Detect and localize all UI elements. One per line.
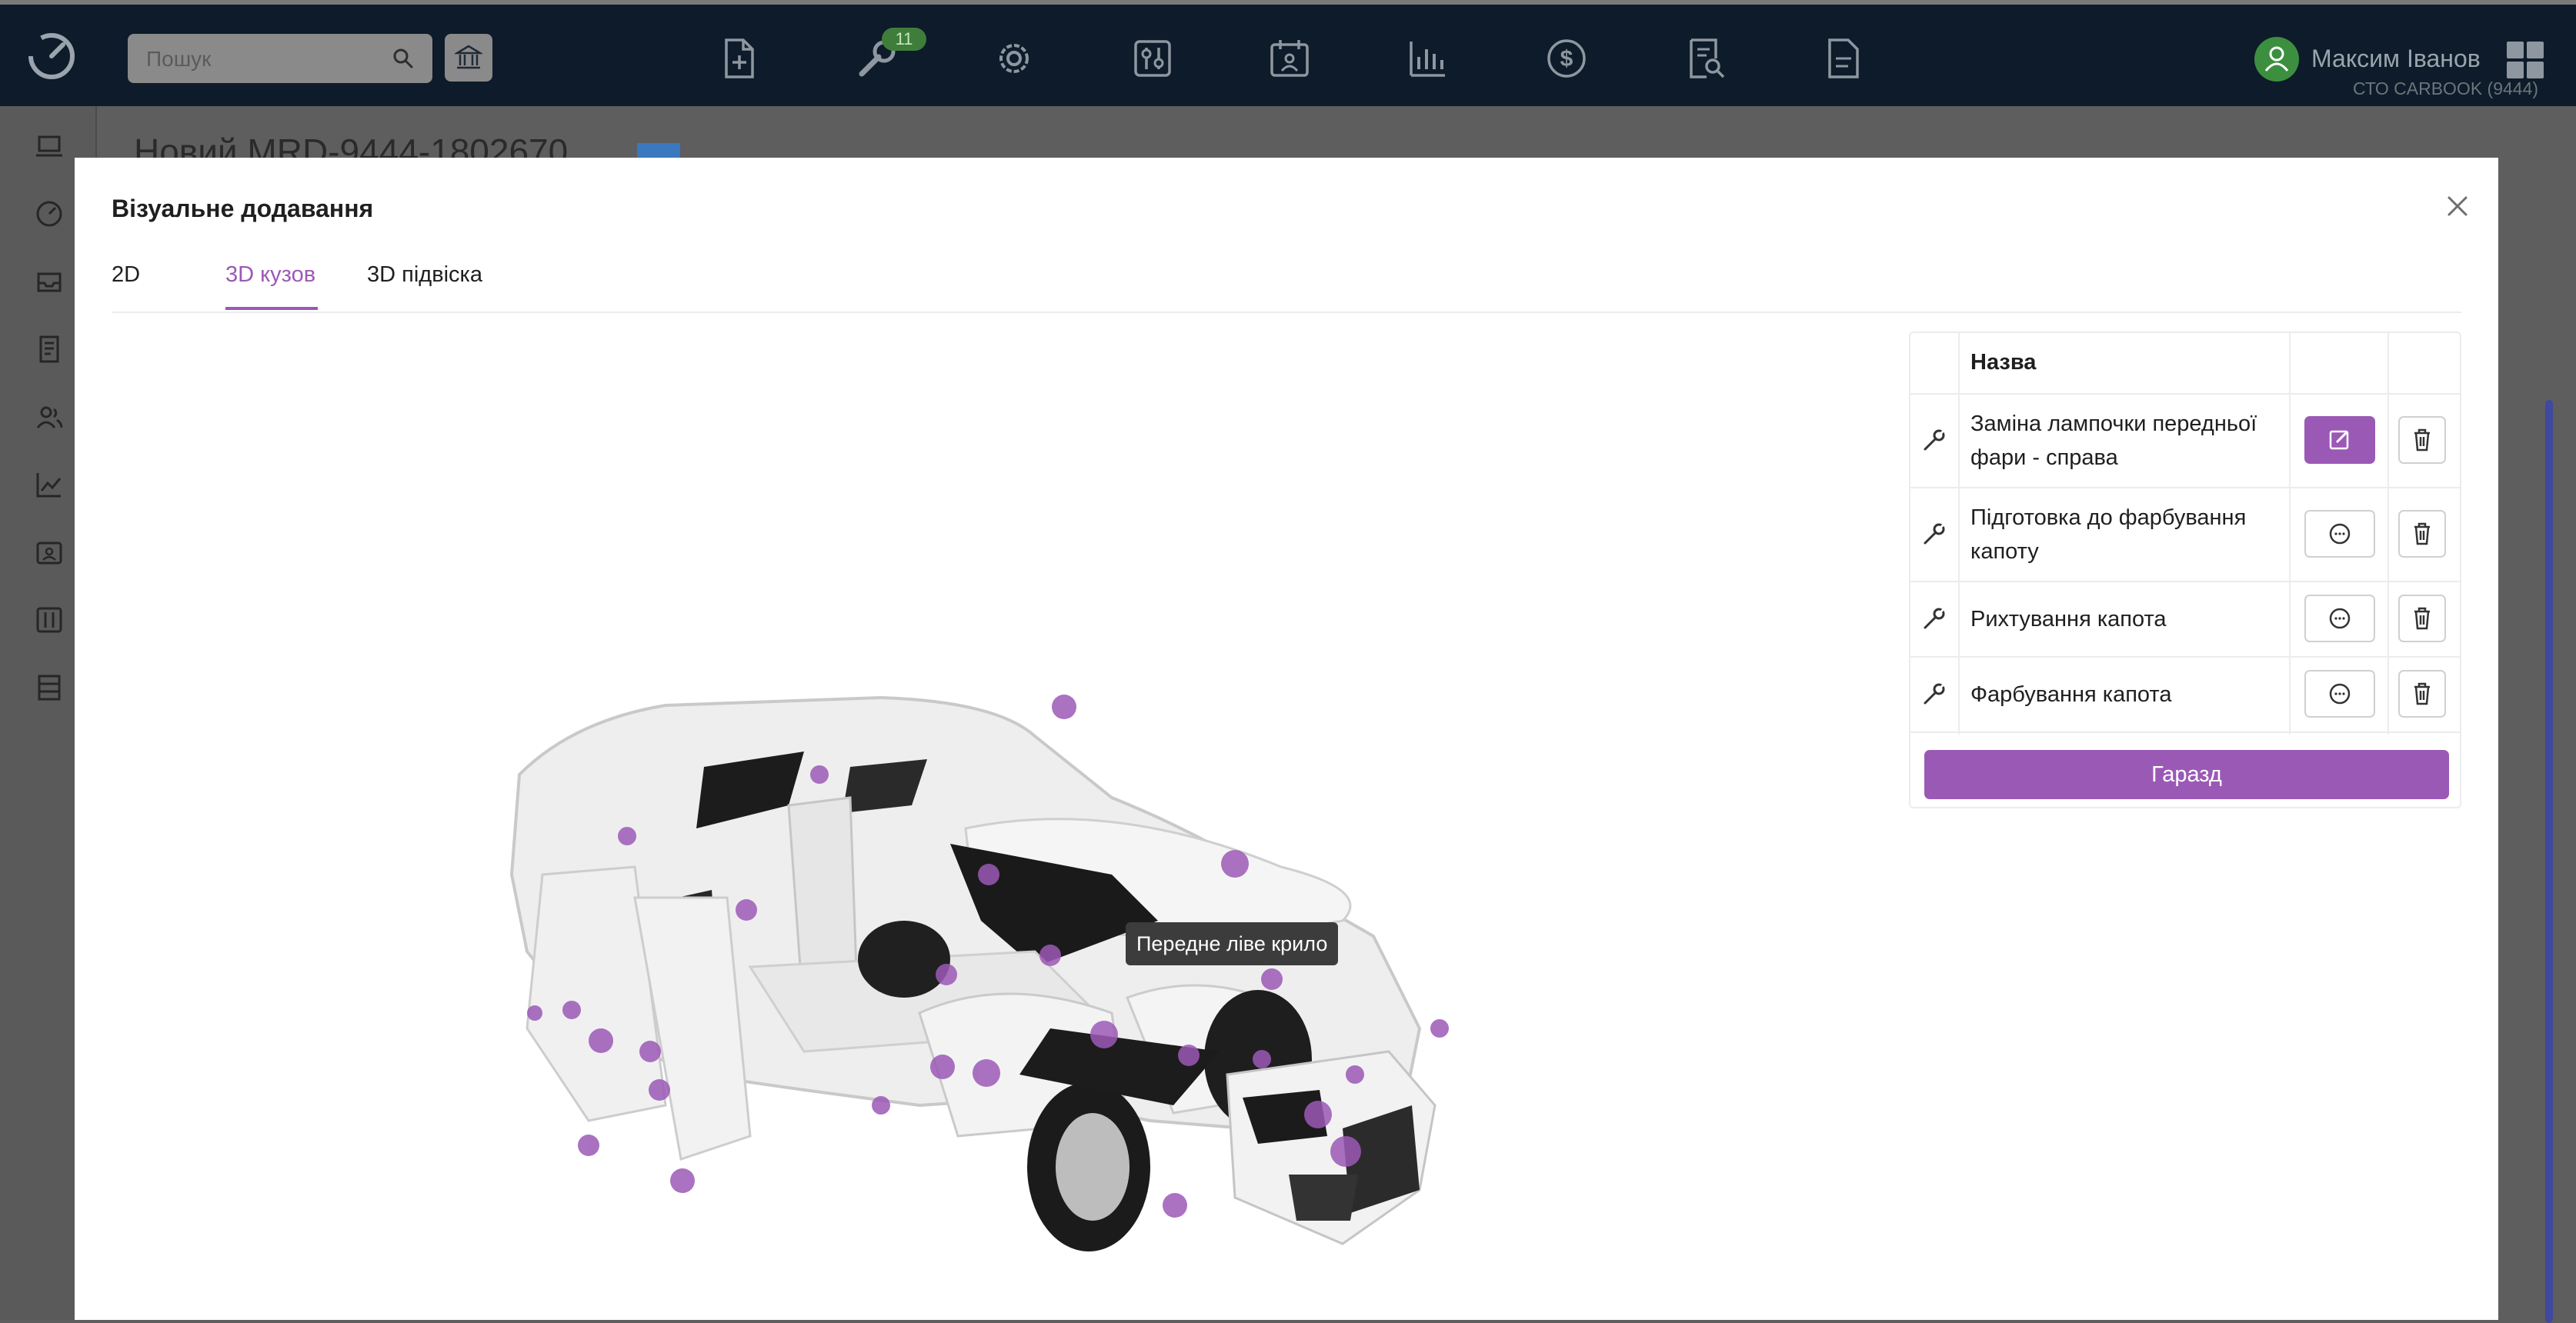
bank-icon: [455, 45, 482, 69]
row-label: Рихтування капота: [1970, 607, 2167, 632]
works-table: Назва Заміна лампочки передньої фари - с…: [1909, 332, 2461, 808]
bar-chart-icon[interactable]: [1406, 37, 1450, 80]
order-color-tag: [637, 143, 680, 158]
tab-3d-body[interactable]: 3D кузов: [225, 262, 315, 288]
calendar-user-icon[interactable]: [1268, 37, 1311, 80]
apps-grid-icon[interactable]: [2507, 42, 2545, 80]
car-3d-viewer[interactable]: Передне ліве крило: [112, 336, 1897, 1290]
table-row: Рихтування капота: [1910, 582, 2460, 658]
tab-2d[interactable]: 2D: [112, 262, 140, 288]
top-navbar: 11 $ Макс: [0, 0, 2576, 106]
trash-icon: [2414, 607, 2430, 630]
edit-icon: [2329, 430, 2349, 450]
app-logo-icon[interactable]: [26, 31, 77, 82]
dashboard-icon[interactable]: [34, 198, 65, 229]
file-plus-icon[interactable]: [717, 37, 760, 80]
ok-button[interactable]: Гаразд: [1924, 750, 2449, 799]
table-row: Заміна лампочки передньої фари - справа: [1910, 395, 2460, 488]
dollar-icon[interactable]: $: [1545, 37, 1588, 80]
wrench-icon: [1924, 683, 1945, 705]
trash-icon: [2414, 682, 2430, 705]
user-icon: [2264, 46, 2289, 72]
svg-text:$: $: [1560, 46, 1573, 72]
contacts-icon[interactable]: [34, 537, 65, 568]
users-icon[interactable]: [34, 402, 65, 432]
report-icon[interactable]: [34, 334, 65, 365]
wrench-icon: [1924, 608, 1945, 629]
avatar: [2254, 37, 2299, 82]
document-icon[interactable]: [1822, 37, 1865, 80]
close-icon[interactable]: [2443, 192, 2472, 221]
row-label: Фарбування капота: [1970, 682, 2172, 707]
comment-icon: [2329, 608, 2351, 629]
laptop-icon[interactable]: [34, 131, 65, 162]
wrench-icon: [1924, 429, 1945, 451]
comment-icon: [2329, 683, 2351, 705]
car-3d-model[interactable]: [112, 336, 1897, 1290]
chart-line-icon[interactable]: [34, 469, 65, 500]
document-search-icon[interactable]: [1683, 37, 1727, 80]
search-input[interactable]: [145, 34, 379, 85]
wrench-icon: [1924, 523, 1945, 545]
sliders-icon[interactable]: [1131, 37, 1174, 80]
comment-button[interactable]: [2304, 510, 2375, 558]
delete-button[interactable]: [2398, 510, 2446, 558]
search-icon[interactable]: [392, 48, 414, 69]
modal-title: Візуальне додавання: [112, 195, 374, 222]
table-header: Назва: [1910, 333, 2460, 395]
visual-add-modal: Візуальне додавання 2D 3D кузов 3D підві…: [75, 158, 2498, 1320]
search-box: [128, 34, 432, 85]
delete-button[interactable]: [2398, 416, 2446, 464]
table-row: Підготовка до фарбування капоту: [1910, 488, 2460, 582]
table-row: Фарбування капота: [1910, 658, 2460, 733]
part-tooltip: Передне ліве крило: [1126, 922, 1339, 965]
edit-button[interactable]: [2304, 416, 2375, 464]
row-label: Заміна лампочки передньої фари - справа: [1970, 412, 2257, 470]
row-label: Підготовка до фарбування капоту: [1970, 505, 2247, 564]
active-tab-indicator: [225, 307, 318, 310]
delete-button[interactable]: [2398, 670, 2446, 718]
column-header-name: Назва: [1970, 350, 2037, 375]
user-name: Максим Іванов: [2311, 45, 2481, 72]
modal-tabs: 2D 3D кузов 3D підвіска: [112, 255, 2461, 313]
settings-sliders-icon[interactable]: [34, 605, 65, 635]
inbox-icon[interactable]: [34, 266, 65, 297]
comment-button[interactable]: [2304, 595, 2375, 642]
delete-button[interactable]: [2398, 595, 2446, 642]
user-company: СТО CARBOOK (9444): [2353, 78, 2539, 98]
comment-button[interactable]: [2304, 670, 2375, 718]
gear-icon[interactable]: [993, 37, 1036, 80]
comment-icon: [2329, 523, 2351, 545]
page-scrollbar[interactable]: [2545, 400, 2553, 1323]
notification-badge: 11: [882, 28, 926, 51]
trash-icon: [2414, 522, 2430, 545]
bank-button[interactable]: [445, 34, 492, 82]
trash-icon: [2414, 428, 2430, 452]
tab-3d-suspension[interactable]: 3D підвіска: [367, 262, 482, 288]
list-icon[interactable]: [34, 672, 65, 703]
